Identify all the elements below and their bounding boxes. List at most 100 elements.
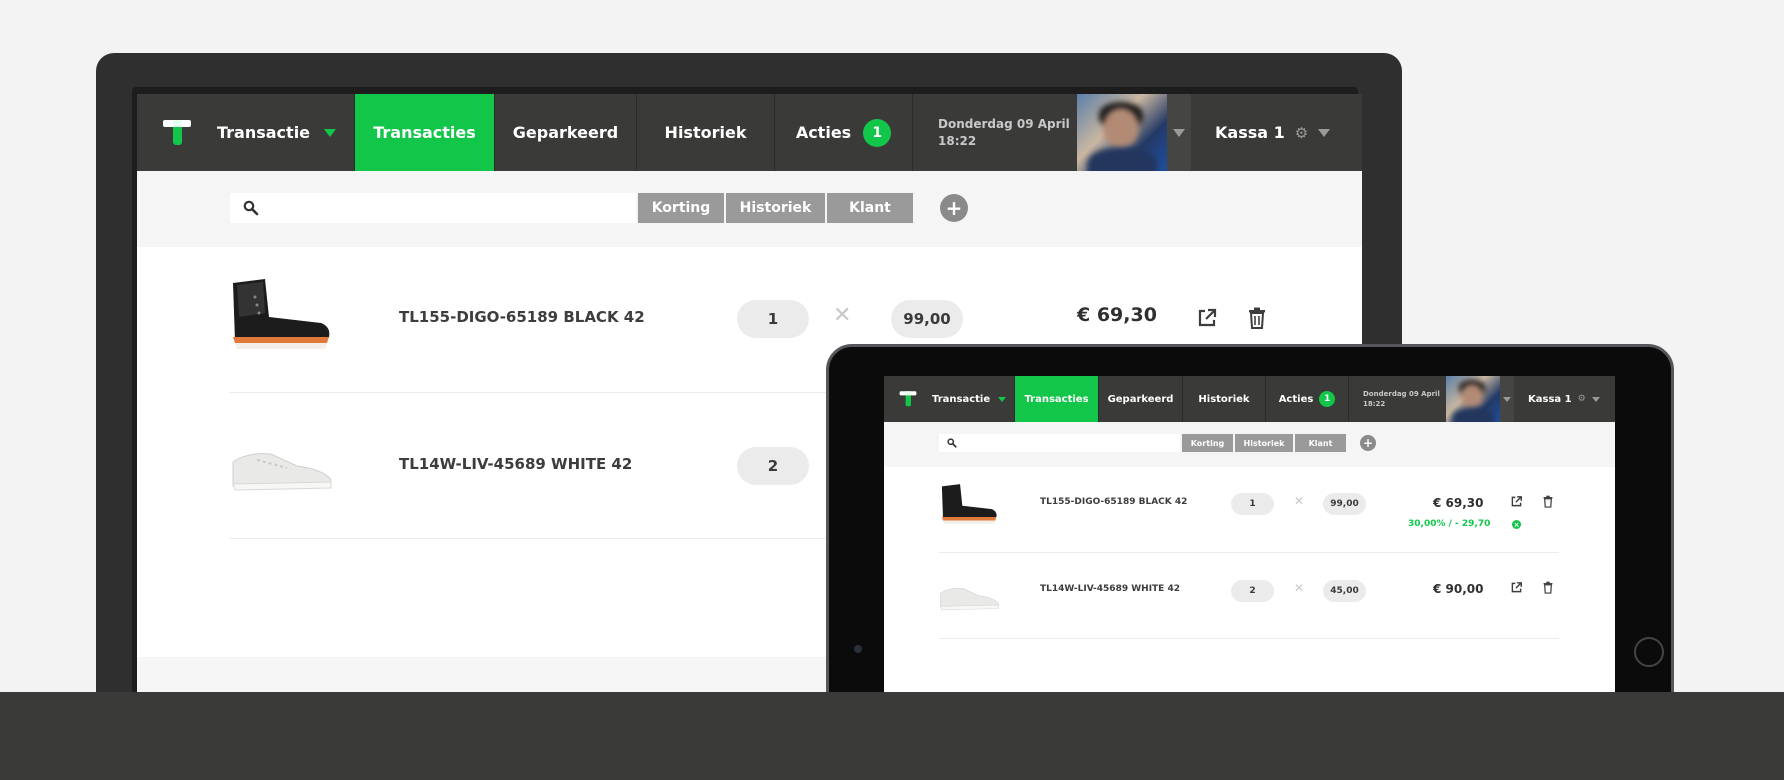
transaction-dropdown[interactable]: Transactie	[932, 376, 1014, 422]
tablet-home-button	[1634, 637, 1664, 667]
floor-band	[0, 692, 1784, 780]
discount-text: 30,00% / - 29,70	[1408, 519, 1491, 529]
avatar-menu-button[interactable]	[1500, 376, 1514, 422]
search-input[interactable]	[939, 434, 1180, 452]
close-x-icon: ✕	[1294, 494, 1305, 508]
register-selector[interactable]: Kassa 1 ⚙	[1191, 94, 1362, 171]
quantity-field[interactable]: 1	[1231, 493, 1274, 515]
historiek-button[interactable]: Historiek	[1235, 434, 1293, 452]
search-bar: Korting Historiek Klant +	[884, 422, 1615, 467]
tab-label: Acties	[795, 123, 852, 142]
logo-icon	[163, 119, 191, 145]
search-input[interactable]	[230, 193, 636, 223]
klant-button[interactable]: Klant	[827, 193, 913, 223]
tab-label: Geparkeerd	[1107, 393, 1174, 405]
unit-price-field[interactable]: 99,00	[1323, 493, 1366, 515]
korting-button[interactable]: Korting	[638, 193, 724, 223]
date-text: Donderdag 09 April	[1363, 390, 1440, 398]
cart-list: TL155-DIGO-65189 BLACK 42 1 ✕ 99,00 € 69…	[884, 467, 1615, 706]
search-bar: Korting Historiek Klant +	[137, 171, 1362, 247]
unit-price-field[interactable]: 45,00	[1323, 580, 1366, 602]
product-name: TL14W-LIV-45689 WHITE 42	[399, 455, 633, 473]
product-name: TL155-DIGO-65189 BLACK 42	[399, 308, 645, 326]
tab-geparkeerd[interactable]: Geparkeerd	[1098, 376, 1182, 422]
product-name: TL155-DIGO-65189 BLACK 42	[1040, 497, 1188, 507]
time-text: 18:22	[938, 133, 977, 148]
close-x-icon: ✕	[1294, 581, 1305, 595]
klant-button[interactable]: Klant	[1295, 434, 1346, 452]
line-total: € 69,30	[1433, 496, 1484, 510]
list-item: TL155-DIGO-65189 BLACK 42 1 ✕ 99,00 € 69…	[939, 467, 1559, 553]
acties-badge: 1	[1319, 391, 1336, 407]
tab-acties[interactable]: Acties 1	[774, 94, 912, 171]
external-link-icon[interactable]	[1510, 495, 1523, 508]
line-total: € 69,30	[1077, 304, 1157, 326]
quantity-field[interactable]: 1	[737, 300, 809, 338]
chevron-down-icon	[1591, 396, 1600, 402]
tab-transacties[interactable]: Transacties	[1014, 376, 1098, 422]
datetime: Donderdag 09 April 18:22	[912, 94, 1077, 171]
plus-icon[interactable]: +	[940, 194, 968, 222]
quantity-field[interactable]: 2	[737, 447, 809, 485]
chevron-down-icon	[324, 128, 337, 137]
register-label: Kassa 1	[1528, 393, 1572, 405]
tab-label: Acties	[1278, 393, 1314, 405]
list-item: TL14W-LIV-45689 WHITE 42 2 ✕ 45,00 € 90,…	[939, 553, 1559, 639]
date-text: Donderdag 09 April	[938, 116, 1070, 131]
navbar: Transactie Transacties Geparkeerd Histor…	[137, 94, 1362, 171]
tablet-screen: Transactie Transacties Geparkeerd Histor…	[884, 376, 1615, 706]
dropdown-label: Transactie	[932, 393, 991, 405]
register-selector[interactable]: Kassa 1 ⚙	[1514, 376, 1615, 422]
trash-icon[interactable]	[1248, 307, 1266, 329]
korting-button[interactable]: Korting	[1182, 434, 1233, 452]
logo-icon	[899, 391, 917, 407]
trash-icon[interactable]	[1543, 495, 1553, 508]
tablet-camera	[854, 645, 862, 653]
white-sneaker-image	[940, 588, 999, 611]
chevron-down-icon	[998, 396, 1007, 402]
product-name: TL14W-LIV-45689 WHITE 42	[1040, 584, 1180, 594]
tab-label: Transacties	[1024, 393, 1089, 405]
tab-acties[interactable]: Acties 1	[1265, 376, 1348, 422]
unit-price-field[interactable]: 99,00	[891, 300, 963, 338]
black-boot-image	[233, 279, 330, 349]
chevron-down-icon	[1173, 128, 1185, 137]
transaction-dropdown[interactable]: Transactie	[217, 94, 354, 171]
tab-transacties[interactable]: Transacties	[354, 94, 494, 171]
quantity-field[interactable]: 2	[1231, 580, 1274, 602]
search-icon	[947, 438, 957, 448]
register-label: Kassa 1	[1215, 123, 1285, 142]
gear-icon[interactable]: ⚙	[1295, 124, 1308, 142]
search-icon	[243, 200, 259, 216]
time-text: 18:22	[1363, 400, 1386, 408]
white-sneaker-image	[232, 453, 332, 491]
close-x-icon: ✕	[833, 303, 852, 328]
dropdown-label: Transactie	[217, 123, 311, 142]
external-link-icon[interactable]	[1510, 581, 1523, 594]
avatar[interactable]	[1446, 376, 1500, 422]
avatar[interactable]	[1077, 94, 1167, 171]
chevron-down-icon	[1503, 396, 1511, 402]
tab-historiek[interactable]: Historiek	[636, 94, 774, 171]
brand-logo[interactable]	[137, 94, 217, 171]
external-link-icon[interactable]	[1196, 307, 1218, 329]
trash-icon[interactable]	[1543, 581, 1553, 594]
black-boot-image	[941, 484, 997, 524]
navbar: Transactie Transacties Geparkeerd Histor…	[884, 376, 1615, 422]
tab-geparkeerd[interactable]: Geparkeerd	[494, 94, 636, 171]
brand-logo[interactable]	[884, 376, 932, 422]
tab-label: Geparkeerd	[512, 123, 619, 142]
plus-icon[interactable]: +	[1360, 435, 1376, 451]
chevron-down-icon	[1318, 128, 1331, 137]
historiek-button[interactable]: Historiek	[726, 193, 825, 223]
gear-icon[interactable]: ⚙	[1578, 394, 1586, 404]
tab-label: Historiek	[1198, 393, 1250, 405]
avatar-menu-button[interactable]	[1167, 94, 1191, 171]
acties-badge: 1	[863, 118, 892, 147]
tab-historiek[interactable]: Historiek	[1182, 376, 1265, 422]
tab-label: Transacties	[373, 123, 476, 142]
remove-discount-icon[interactable]: ×	[1512, 520, 1521, 529]
line-total: € 90,00	[1433, 582, 1484, 596]
datetime: Donderdag 09 April 18:22	[1348, 376, 1446, 422]
tab-label: Historiek	[664, 123, 747, 142]
